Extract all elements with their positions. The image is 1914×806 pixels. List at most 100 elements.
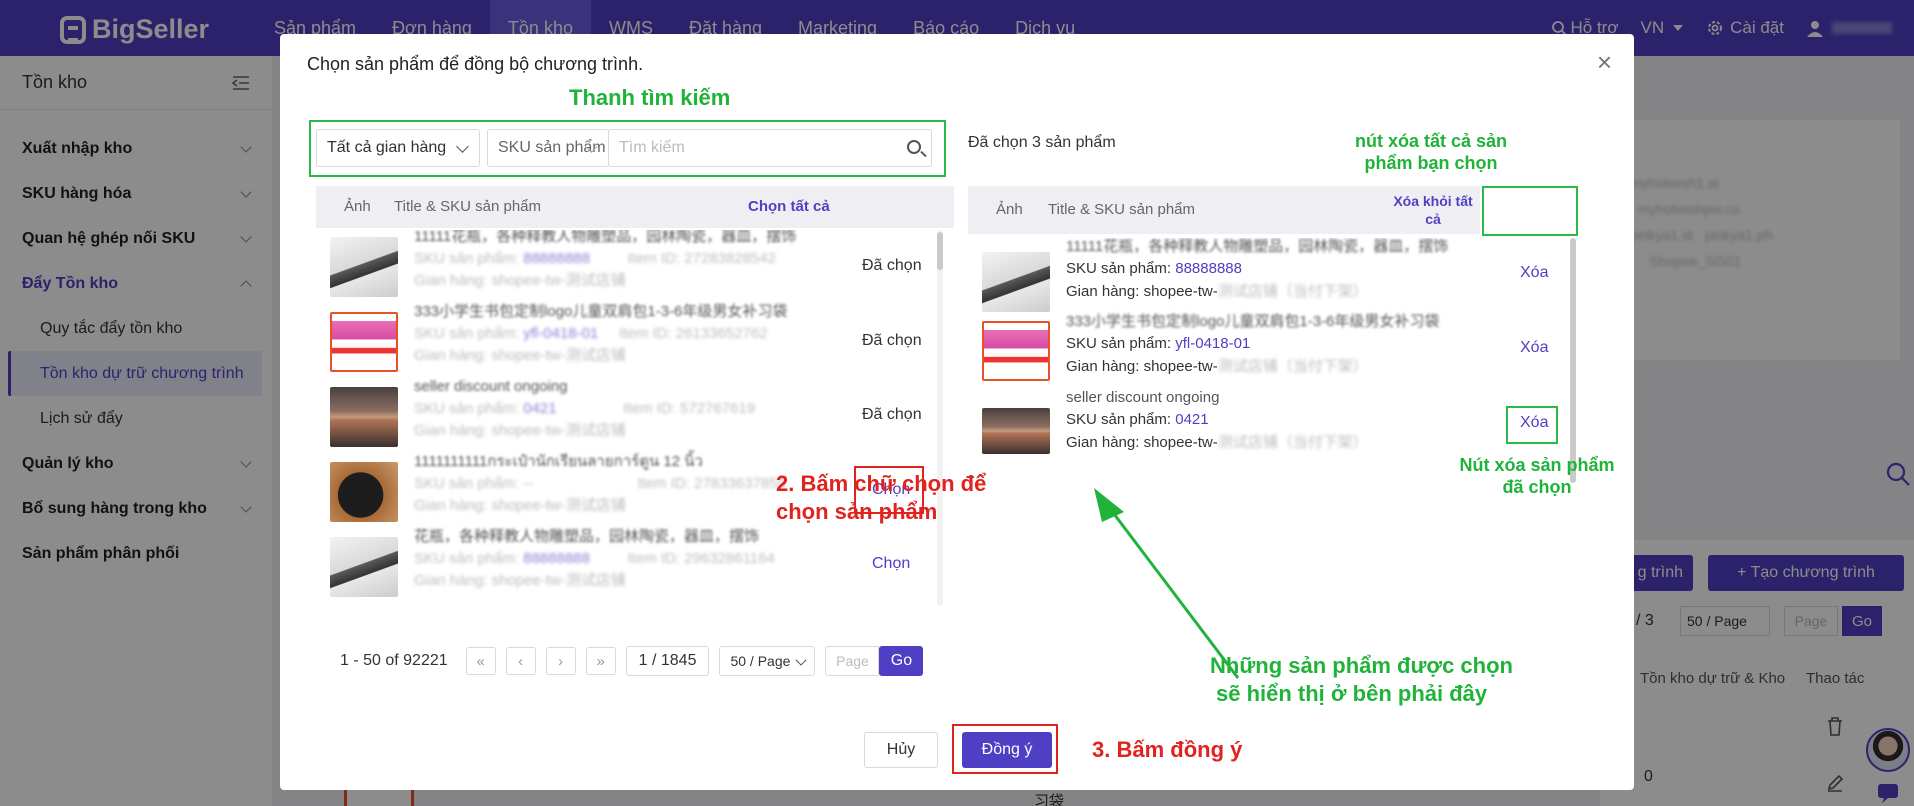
annotation-remove-all: nút xóa tất cả sản phẩm bạn chọn bbox=[1346, 130, 1516, 174]
product-store-line: Gian hàng: shopee-tw-测试店铺 bbox=[414, 495, 626, 517]
product-sku-line: SKU sản phẩm: -- Item ID: 27833637855 bbox=[414, 473, 786, 495]
product-title: 333小学生书包定制logo儿童双肩包1-3-6年级男女补习袋 bbox=[414, 303, 788, 320]
product-store-line: Gian hàng: shopee-tw-测试店铺 bbox=[414, 420, 626, 442]
remove-all-button[interactable]: Xóa khỏi tất cả bbox=[1388, 189, 1478, 231]
store-select[interactable]: Tất cả gian hàng bbox=[316, 129, 480, 167]
store-blurred-suffix: 测试店铺（当付下架） bbox=[1217, 358, 1368, 375]
sku-label: SKU sản phẩm: bbox=[1066, 335, 1172, 352]
list-item: 333小学生书包定制logo儿童双肩包1-3-6年级男女补习袋 SKU sản … bbox=[968, 313, 1468, 388]
sku-value: 0421 bbox=[1175, 411, 1209, 428]
store-value: shopee-tw-测试店铺 bbox=[491, 422, 626, 439]
search-placeholder: Tìm kiếm bbox=[619, 139, 685, 156]
cancel-button[interactable]: Hủy bbox=[864, 732, 938, 768]
list-item: 11111花瓶，各种释教人物雕塑品，园林陶瓷，器皿，摆饰 SKU sản phẩ… bbox=[316, 230, 844, 305]
page-size-select[interactable]: 50 / Page bbox=[719, 646, 816, 676]
list-item: seller discount ongoing SKU sản phẩm: 04… bbox=[316, 378, 844, 455]
list-item: seller discount ongoing SKU sản phẩm: 04… bbox=[968, 388, 1468, 463]
close-icon[interactable]: × bbox=[1597, 48, 1612, 76]
product-thumbnail bbox=[982, 252, 1050, 312]
store-value: shopee-tw-测试店铺 bbox=[491, 497, 626, 514]
left-scrollbar[interactable] bbox=[937, 230, 943, 606]
right-col-title: Title & SKU sản phẩm bbox=[1048, 201, 1196, 218]
store-value: shopee-tw- bbox=[1143, 358, 1218, 375]
left-col-image: Ảnh bbox=[344, 198, 371, 215]
product-sku-line: SKU sản phẩm: yfl-0418-01 bbox=[1066, 333, 1250, 355]
sku-label: SKU sản phẩm: bbox=[414, 400, 520, 417]
store-blurred-suffix: 测试店铺（当付下架） bbox=[1217, 434, 1368, 451]
product-store-line: Gian hàng: shopee-tw-测试店铺（当付下架） bbox=[1066, 281, 1368, 303]
store-label: Gian hàng: bbox=[414, 497, 488, 514]
search-input[interactable]: Tìm kiếm bbox=[608, 129, 932, 167]
sku-value: -- bbox=[523, 475, 534, 492]
annotation-remove-one-line-1: Nút xóa sản phẩm bbox=[1459, 455, 1615, 475]
store-blurred-suffix: 测试店铺（当付下架） bbox=[1217, 283, 1368, 300]
left-pagination: 1 - 50 of 92221 « ‹ › » 1 / 1845 50 / Pa… bbox=[340, 646, 924, 676]
status-selected: Đã chọn bbox=[862, 406, 922, 423]
annotation-step-2: 2. Bấm chữ chọn để chọn sản phẩm bbox=[776, 470, 986, 526]
store-value: shopee-tw- bbox=[1143, 283, 1218, 300]
product-store-line: Gian hàng: shopee-tw-测试店铺 bbox=[414, 270, 626, 292]
annotation-step-3: 3. Bấm đồng ý bbox=[1092, 737, 1243, 762]
current-page-box[interactable]: 1 / 1845 bbox=[625, 646, 710, 676]
select-products-modal: Chọn sản phẩm để đồng bộ chương trình. ×… bbox=[280, 34, 1634, 790]
item-id: Item ID: 26133652762 bbox=[619, 325, 768, 342]
annotation-step-2-line-2: chọn sản phẩm bbox=[776, 499, 938, 524]
product-title: seller discount ongoing bbox=[414, 378, 568, 395]
search-field-select[interactable]: SKU sản phẩm bbox=[487, 129, 609, 167]
select-all-button[interactable]: Chọn tất cả bbox=[748, 198, 830, 215]
annotation-search-bar: Thanh tìm kiếm bbox=[569, 85, 731, 110]
annotation-selected-line-2: sẽ hiển thị ở bên phải đây bbox=[1216, 681, 1488, 706]
sku-label: SKU sản phẩm: bbox=[414, 550, 520, 567]
page-jump-input[interactable]: Page bbox=[825, 646, 880, 676]
chevron-down-icon bbox=[795, 654, 808, 666]
select-product-button[interactable]: Chọn bbox=[872, 555, 910, 573]
product-sku-line: SKU sản phẩm: 88888888 Item ID: 27283828… bbox=[414, 248, 776, 270]
store-label: Gian hàng: bbox=[414, 272, 488, 289]
sku-value: 88888888 bbox=[523, 250, 590, 267]
product-title: 333小学生书包定制logo儿童双肩包1-3-6年级男女补习袋 bbox=[1066, 313, 1440, 330]
status-selected: Đã chọn bbox=[862, 257, 922, 274]
product-title: seller discount ongoing bbox=[1066, 389, 1220, 406]
store-label: Gian hàng: bbox=[1066, 434, 1140, 451]
product-thumbnail bbox=[982, 408, 1050, 454]
store-label: Gian hàng: bbox=[414, 422, 488, 439]
prev-page-button[interactable]: ‹ bbox=[505, 647, 536, 675]
annotation-box-remove-one bbox=[1506, 406, 1558, 444]
list-item: 11111花瓶，各种释教人物雕塑品，园林陶瓷，器皿，摆饰 SKU sản phẩ… bbox=[968, 238, 1468, 313]
product-thumbnail bbox=[982, 321, 1050, 381]
store-select-value: Tất cả gian hàng bbox=[327, 139, 447, 156]
sku-label: SKU sản phẩm: bbox=[414, 325, 520, 342]
product-store-line: Gian hàng: shopee-tw-测试店铺 bbox=[414, 570, 626, 592]
sku-value: 88888888 bbox=[523, 550, 590, 567]
store-label: Gian hàng: bbox=[414, 347, 488, 364]
last-page-button[interactable]: » bbox=[585, 647, 616, 675]
annotation-selected-products: Những sản phẩm được chọn sẽ hiển thị ở b… bbox=[1210, 652, 1513, 708]
pagination-range: 1 - 50 of 92221 bbox=[340, 652, 448, 669]
sku-label: SKU sản phẩm: bbox=[1066, 411, 1172, 428]
right-table-header: Ảnh Title & SKU sản phẩm Xóa khỏi tất cả bbox=[968, 186, 1480, 234]
product-sku-line: SKU sản phẩm: 0421 Item ID: 572767619 bbox=[414, 398, 755, 420]
selected-count: Đã chọn 3 sản phẩm bbox=[968, 134, 1116, 151]
sku-value: yfl-0418-01 bbox=[1175, 335, 1251, 352]
store-label: Gian hàng: bbox=[1066, 283, 1140, 300]
search-icon[interactable] bbox=[907, 140, 921, 154]
product-title: 11111花瓶，各种释教人物雕塑品，园林陶瓷，器皿，摆饰 bbox=[414, 230, 797, 245]
store-value: shopee-tw- bbox=[1143, 434, 1218, 451]
product-thumbnail bbox=[330, 312, 398, 372]
page-go-button[interactable]: Go bbox=[879, 646, 924, 676]
product-thumbnail bbox=[330, 387, 398, 447]
remove-product-button[interactable]: Xóa bbox=[1520, 339, 1548, 357]
item-id: Item ID: 27833637855 bbox=[637, 475, 786, 492]
store-label: Gian hàng: bbox=[414, 572, 488, 589]
first-page-button[interactable]: « bbox=[465, 647, 496, 675]
right-scrollbar[interactable] bbox=[1570, 238, 1576, 483]
right-col-image: Ảnh bbox=[996, 201, 1023, 218]
left-col-title: Title & SKU sản phẩm bbox=[394, 198, 542, 215]
product-thumbnail bbox=[330, 462, 398, 522]
next-page-button[interactable]: › bbox=[545, 647, 576, 675]
product-sku-line: SKU sản phẩm: 88888888 Item ID: 29632861… bbox=[414, 548, 775, 570]
product-store-line: Gian hàng: shopee-tw-测试店铺（当付下架） bbox=[1066, 432, 1368, 454]
left-scrollbar-thumb[interactable] bbox=[937, 232, 943, 270]
remove-product-button[interactable]: Xóa bbox=[1520, 264, 1548, 282]
right-product-list: 11111花瓶，各种释教人物雕塑品，园林陶瓷，器皿，摆饰 SKU sản phẩ… bbox=[968, 238, 1468, 488]
